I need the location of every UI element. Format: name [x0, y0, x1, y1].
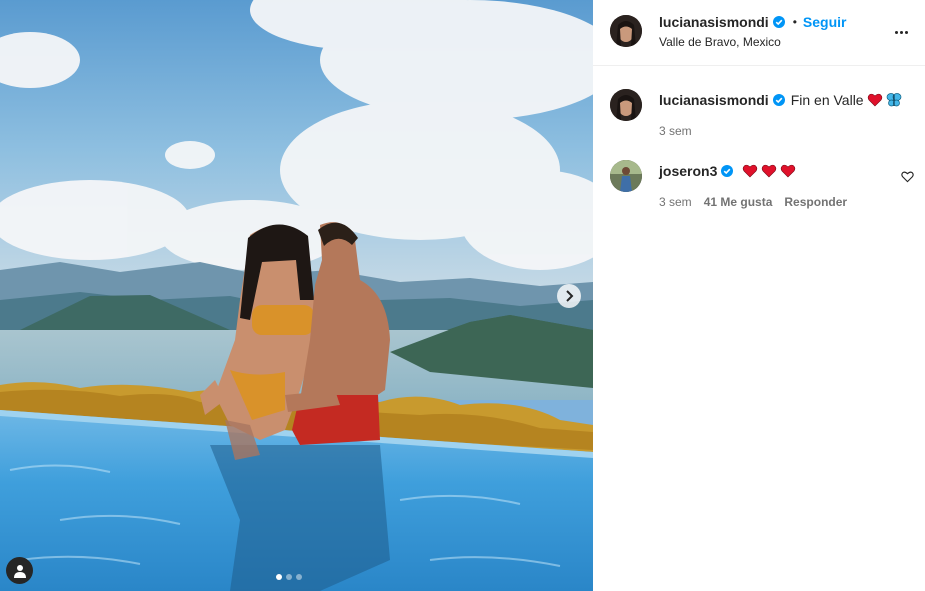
comment-timestamp[interactable]: 3 sem	[659, 195, 692, 209]
more-options-button[interactable]	[889, 22, 913, 42]
caption-meta: 3 sem	[659, 124, 692, 138]
verified-badge-icon	[772, 94, 785, 106]
caption-text: Fin en Valle	[790, 92, 864, 108]
author-avatar[interactable]	[610, 15, 642, 47]
caption-timestamp[interactable]: 3 sem	[659, 124, 692, 138]
chevron-right-icon	[566, 290, 574, 302]
red-heart-icon	[743, 164, 758, 178]
red-heart-icon	[781, 164, 796, 178]
post-location[interactable]: Valle de Bravo, Mexico	[659, 35, 781, 49]
commenter-username[interactable]: joseron3	[659, 163, 717, 179]
comment-emojis	[739, 163, 796, 179]
butterfly-icon	[886, 93, 901, 107]
comment-like-count[interactable]: 41 Me gusta	[704, 195, 773, 209]
verified-badge-icon	[772, 16, 785, 28]
profile-picture	[610, 160, 642, 192]
follow-button[interactable]: Seguir	[803, 14, 847, 30]
post-side-panel: lucianasismondi • Seguir Valle de Bravo,…	[593, 0, 925, 591]
comment-meta: 3 sem 41 Me gusta Responder	[659, 195, 847, 209]
caption-author-username[interactable]: lucianasismondi	[659, 92, 769, 108]
post-photo[interactable]	[0, 0, 593, 591]
comment-text-row: joseron3	[659, 163, 796, 179]
red-heart-icon	[762, 164, 777, 178]
profile-picture	[610, 89, 642, 121]
carousel-dot	[286, 574, 292, 580]
post-header: lucianasismondi • Seguir Valle de Bravo,…	[593, 0, 925, 66]
red-heart-icon	[867, 93, 882, 107]
profile-picture	[610, 15, 642, 47]
header-name-row: lucianasismondi • Seguir	[659, 14, 846, 30]
caption: lucianasismondi Fin en Valle 3 sem	[593, 89, 925, 149]
caption-author-avatar[interactable]	[610, 89, 642, 121]
more-options-icon	[904, 30, 908, 34]
comment-item: joseron3 3 sem 41 Me gusta Responder	[593, 160, 925, 220]
commenter-avatar[interactable]	[610, 160, 642, 192]
separator-dot: •	[792, 15, 797, 29]
post-image	[0, 0, 593, 591]
carousel-indicator	[276, 574, 302, 580]
carousel-dot	[276, 574, 282, 580]
more-options-icon	[894, 30, 898, 34]
carousel-next-button[interactable]	[557, 284, 581, 308]
caption-text-row: lucianasismondi Fin en Valle	[659, 92, 902, 108]
carousel-dot	[296, 574, 302, 580]
user-icon	[13, 564, 26, 578]
reply-button[interactable]: Responder	[784, 195, 847, 209]
like-comment-heart-icon[interactable]	[901, 170, 914, 183]
more-options-icon	[899, 30, 903, 34]
verified-badge-icon	[721, 165, 734, 177]
tagged-users-button[interactable]	[6, 557, 33, 584]
author-username[interactable]: lucianasismondi	[659, 14, 769, 30]
